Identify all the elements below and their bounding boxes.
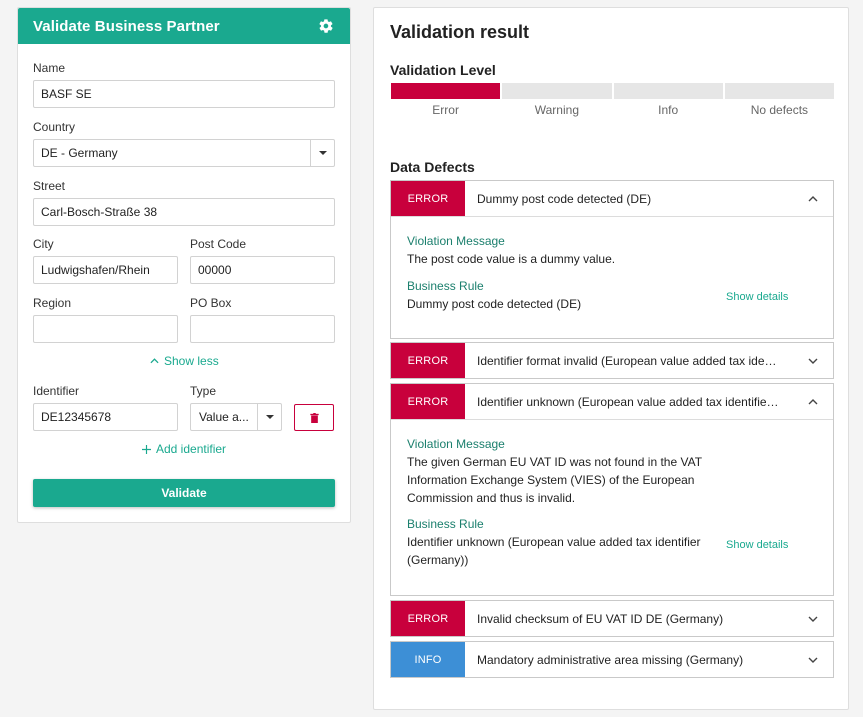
name-label: Name: [33, 61, 66, 75]
country-select[interactable]: DE - Germany: [33, 139, 335, 167]
add-identifier-link[interactable]: Add identifier: [142, 442, 226, 456]
defect-header[interactable]: ERROR Identifier format invalid (Europea…: [391, 343, 833, 378]
data-defects-heading: Data Defects: [390, 159, 475, 175]
form-header: Validate Business Partner: [18, 8, 350, 44]
defect-title: Dummy post code detected (DE): [477, 191, 652, 206]
defect-item: INFO Mandatory administrative area missi…: [390, 641, 834, 678]
business-rule-line: Identifier unknown (European value added…: [407, 535, 701, 549]
chevron-down-icon[interactable]: [793, 601, 833, 636]
validation-level-bar: [391, 83, 834, 99]
trash-icon: [309, 412, 319, 423]
region-label: Region: [33, 296, 72, 310]
chevron-up-icon[interactable]: [793, 181, 833, 216]
chevron-down-icon[interactable]: [793, 642, 833, 677]
defect-title: Identifier unknown (European value added…: [477, 394, 781, 409]
chevron-up-icon[interactable]: [793, 384, 833, 419]
name-input[interactable]: BASF SE: [33, 80, 335, 108]
severity-badge: ERROR: [391, 181, 465, 216]
defect-title: Mandatory administrative area missing (G…: [477, 652, 744, 667]
business-rule-text: Dummy post code detected (DE): [407, 297, 582, 311]
identifier-input[interactable]: DE12345678: [33, 403, 178, 431]
defect-details: Violation Message The given German EU VA…: [391, 419, 833, 595]
defect-title: Identifier format invalid (European valu…: [477, 353, 781, 368]
defect-title: Invalid checksum of EU VAT ID DE (German…: [477, 611, 724, 626]
violation-message-line: Commission and thus is invalid.: [407, 491, 576, 505]
add-identifier-label: Add identifier: [156, 442, 227, 456]
business-rule-line: (Germany)): [407, 553, 469, 567]
identifier-label: Identifier: [33, 384, 80, 398]
defect-item: ERROR Invalid checksum of EU VAT ID DE (…: [390, 600, 834, 637]
chevron-down-icon[interactable]: [310, 140, 334, 166]
level-segment-no-defects: [724, 83, 834, 99]
level-label-no-defects: No defects: [750, 103, 809, 117]
validation-result-card: Validation result Validation Level Error…: [373, 7, 849, 710]
region-input[interactable]: [33, 315, 178, 343]
show-less-link[interactable]: Show less: [150, 354, 219, 368]
violation-message-line: The given German EU VAT ID was not found…: [407, 455, 703, 469]
defect-header[interactable]: ERROR Invalid checksum of EU VAT ID DE (…: [391, 601, 833, 636]
delete-identifier-button[interactable]: [294, 404, 334, 431]
validation-level-labels: Error Warning Info No defects: [391, 103, 834, 117]
show-details-link[interactable]: Show details: [726, 291, 788, 303]
violation-message-label: Violation Message: [407, 234, 505, 248]
level-label-error: Error: [432, 103, 459, 117]
street-label: Street: [33, 179, 66, 193]
level-segment-info: [613, 83, 723, 99]
level-label-warning: Warning: [534, 103, 579, 117]
defect-item: ERROR Identifier unknown (European value…: [390, 383, 834, 596]
violation-message-line: Information Exchange System (VIES) of th…: [407, 473, 695, 487]
type-value: Value a...: [199, 410, 249, 424]
validation-level-heading: Validation Level: [390, 62, 496, 78]
severity-badge: ERROR: [391, 601, 465, 636]
country-value: DE - Germany: [41, 146, 118, 160]
validate-button[interactable]: Validate: [33, 479, 335, 507]
city-input[interactable]: Ludwigshafen/Rhein: [33, 256, 178, 284]
defect-header[interactable]: ERROR Dummy post code detected (DE): [391, 181, 833, 216]
business-rule-text: Identifier unknown (European value added…: [407, 533, 701, 569]
gear-icon[interactable]: [317, 17, 335, 35]
chevron-up-icon: [150, 358, 159, 364]
type-select[interactable]: Value a...: [190, 403, 282, 431]
chevron-down-icon[interactable]: [257, 404, 281, 430]
level-segment-error: [391, 83, 501, 99]
form-title: Validate Business Partner: [33, 17, 220, 35]
severity-badge: ERROR: [391, 343, 465, 378]
show-less-label: Show less: [164, 354, 219, 368]
postcode-input[interactable]: 00000: [190, 256, 335, 284]
business-rule-label: Business Rule: [407, 279, 484, 293]
show-details-link[interactable]: Show details: [726, 539, 788, 551]
defect-header[interactable]: INFO Mandatory administrative area missi…: [391, 642, 833, 677]
chevron-down-icon[interactable]: [793, 343, 833, 378]
country-label: Country: [33, 120, 76, 134]
level-label-info: Info: [658, 103, 679, 117]
violation-message-text: The given German EU VAT ID was not found…: [407, 453, 702, 507]
violation-message-label: Violation Message: [407, 437, 505, 451]
defect-item: ERROR Dummy post code detected (DE) Viol…: [390, 180, 834, 339]
level-segment-warning: [502, 83, 612, 99]
street-input[interactable]: Carl-Bosch-Straße 38: [33, 198, 335, 226]
city-label: City: [33, 237, 54, 251]
pobox-label: PO Box: [190, 296, 232, 310]
severity-badge: INFO: [391, 642, 465, 677]
type-label: Type: [190, 384, 217, 398]
defect-details: Violation Message The post code value is…: [391, 216, 833, 338]
validate-form-card: Validate Business Partner Name BASF SE C…: [17, 7, 351, 523]
severity-badge: ERROR: [391, 384, 465, 419]
pobox-input[interactable]: [190, 315, 335, 343]
violation-message-text: The post code value is a dummy value.: [407, 252, 616, 266]
defect-header[interactable]: ERROR Identifier unknown (European value…: [391, 384, 833, 419]
postcode-label: Post Code: [190, 237, 247, 251]
plus-icon: [142, 444, 151, 454]
defect-item: ERROR Identifier format invalid (Europea…: [390, 342, 834, 379]
business-rule-label: Business Rule: [407, 517, 484, 531]
result-title: Validation result: [390, 22, 530, 42]
